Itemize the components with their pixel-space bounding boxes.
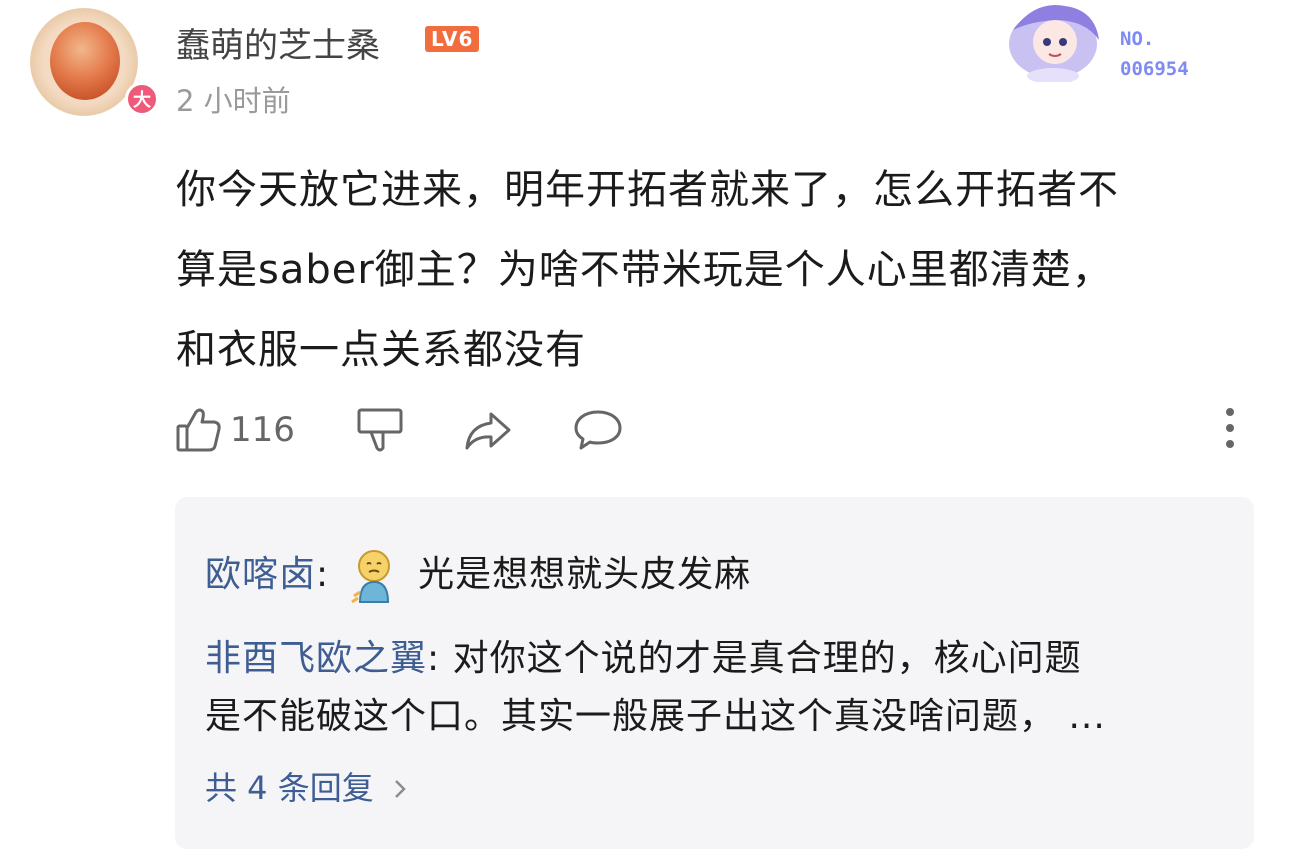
sticker-emoji-icon xyxy=(348,548,400,604)
avatar-badge: 大 xyxy=(125,82,159,116)
comment-content: 你今天放它进来，明年开拓者就来了，怎么开拓者不 算是saber御主？为啥不带米玩… xyxy=(176,150,1236,390)
share-arrow-icon xyxy=(463,408,513,452)
timestamp: 2 小时前 xyxy=(176,84,291,118)
comment-button[interactable] xyxy=(573,408,623,452)
speech-bubble-icon xyxy=(573,408,623,452)
like-button[interactable]: 116 xyxy=(176,406,295,454)
view-all-replies-link[interactable]: 共 4 条回复 xyxy=(205,763,408,809)
reply-item[interactable]: 欧喀卤: 光是想想就头皮发麻 xyxy=(205,545,751,604)
thumbs-down-icon xyxy=(357,406,403,454)
reply-separator: : xyxy=(316,554,330,595)
content-line: 算是saber御主？为啥不带米玩是个人心里都清楚， xyxy=(176,247,1113,293)
reply-text: 对你这个说的才是真合理的，核心问题 xyxy=(452,638,1082,679)
dislike-button[interactable] xyxy=(357,406,403,454)
level-badge: LV6 xyxy=(425,26,480,52)
share-button[interactable] xyxy=(463,408,513,452)
content-line: 你今天放它进来，明年开拓者就来了，怎么开拓者不 xyxy=(176,167,1119,213)
avatar-image xyxy=(50,22,120,100)
deco-number-value: 006954 xyxy=(1120,58,1189,80)
username[interactable]: 蠢萌的芝士桑 xyxy=(176,18,380,67)
more-vertical-icon xyxy=(1218,408,1242,454)
deco-number: NO. 006954 xyxy=(1120,24,1189,84)
user-avatar[interactable]: 大 xyxy=(30,8,159,118)
more-options-button[interactable] xyxy=(1218,406,1242,454)
reply-preview[interactable]: 欧喀卤: 光是想想就头皮发麻 非酉飞欧之翼: 对你这个说的才是真合理的，核心问题… xyxy=(175,497,1254,849)
content-line: 和衣服一点关系都没有 xyxy=(176,327,586,373)
reply-separator: : xyxy=(427,638,441,679)
like-count: 116 xyxy=(230,410,295,450)
character-decoration xyxy=(995,0,1110,84)
thumbs-up-icon xyxy=(176,406,222,454)
reply-author[interactable]: 非酉飞欧之翼 xyxy=(205,638,427,679)
deco-number-label: NO. xyxy=(1120,28,1155,50)
reply-text-continued: 是不能破这个口。其实一般展子出这个真没啥问题， ... xyxy=(205,696,1106,737)
chevron-right-icon xyxy=(392,771,408,809)
view-all-replies-label: 共 4 条回复 xyxy=(205,769,374,807)
action-bar: 116 xyxy=(176,402,623,458)
reply-text: 光是想想就头皮发麻 xyxy=(418,554,752,595)
reply-item[interactable]: 非酉飞欧之翼: 对你这个说的才是真合理的，核心问题 xyxy=(205,629,1082,681)
reply-author[interactable]: 欧喀卤 xyxy=(205,554,316,595)
